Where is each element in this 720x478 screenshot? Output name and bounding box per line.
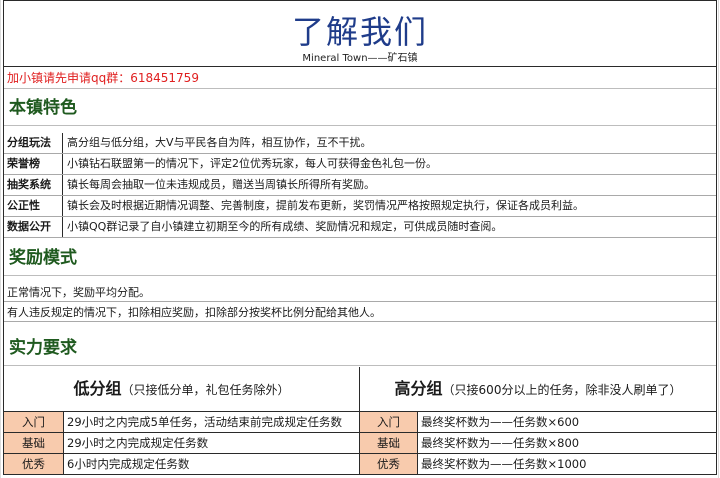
feature-value: 镇长每周会抽取一位未违规成员，赠送当周镇长所得所有奖励。 [67, 178, 375, 191]
level-value: 29小时之内完成5单任务，活动结束前完成规定任务数 [64, 412, 359, 432]
level-key: 入门 [4, 412, 64, 432]
level-value: 最终奖杯数为——任务数×800 [418, 433, 716, 453]
level-value: 29小时之内完成规定任务数 [64, 433, 359, 453]
high-group-note: （只接600分以上的任务，除非没人刷单了） [442, 383, 682, 397]
feature-row: 荣誉榜 小镇钻石联盟第一的情况下，评定2位优秀玩家，每人可获得金色礼包一份。 [4, 154, 716, 175]
feature-row: 数据公开 小镇QQ群记录了自小镇建立初期至今的所有成绩、奖励情况和规定，可供成员… [4, 217, 716, 238]
feature-key: 分组玩法 [4, 133, 63, 153]
reward-rule: 有人违反规定的情况下，扣除相应奖励，扣除部分按奖杯比例分配给其他人。 [4, 303, 716, 322]
spreadsheet: 了解我们 Mineral Town——矿石镇 加小镇请先申请qq群：618451… [0, 0, 720, 478]
level-key: 基础 [360, 433, 418, 453]
section-features-heading: 本镇特色 [4, 90, 716, 126]
page-title: 了解我们 [291, 13, 428, 51]
section-requirements-heading: 实力要求 [4, 330, 716, 366]
feature-value: 小镇钻石联盟第一的情况下，评定2位优秀玩家，每人可获得金色礼包一份。 [67, 157, 437, 170]
feature-value: 高分组与低分组，大V与平民各自为阵，相互协作，互不干扰。 [67, 136, 372, 149]
low-group-header: 低分组（只接低分单，礼包任务除外） [4, 367, 359, 412]
join-notice: 加小镇请先申请qq群：618451759 [4, 67, 716, 89]
feature-value: 镇长会及时根据近期情况调整、完善制度，提前发布更新，奖罚情况严格按照规定执行，保… [67, 199, 584, 212]
header: 了解我们 Mineral Town——矿石镇 [4, 1, 716, 67]
level-value: 最终奖杯数为——任务数×1000 [418, 454, 716, 474]
reward-rule: 正常情况下，奖励平均分配。 [4, 283, 716, 302]
high-group-name: 高分组 [394, 379, 443, 398]
low-level-row: 入门 29小时之内完成5单任务，活动结束前完成规定任务数 [4, 412, 359, 433]
grid-line [718, 0, 719, 478]
feature-key: 荣誉榜 [4, 154, 63, 174]
level-value: 6小时内完成规定任务数 [64, 454, 359, 474]
level-key: 优秀 [360, 454, 418, 474]
feature-row: 公正性 镇长会及时根据近期情况调整、完善制度，提前发布更新，奖罚情况严格按照规定… [4, 196, 716, 217]
feature-row: 抽奖系统 镇长每周会抽取一位未违规成员，赠送当周镇长所得所有奖励。 [4, 175, 716, 196]
low-group-name: 低分组 [73, 379, 122, 398]
feature-value: 小镇QQ群记录了自小镇建立初期至今的所有成绩、奖励情况和规定，可供成员随时查阅。 [67, 220, 503, 233]
section-rewards-heading: 奖励模式 [4, 240, 716, 276]
high-level-row: 入门 最终奖杯数为——任务数×600 [360, 412, 716, 433]
high-level-row: 优秀 最终奖杯数为——任务数×1000 [360, 454, 716, 475]
level-key: 优秀 [4, 454, 64, 474]
feature-row: 分组玩法 高分组与低分组，大V与平民各自为阵，相互协作，互不干扰。 [4, 133, 716, 154]
grid-line [0, 0, 1, 478]
feature-key: 数据公开 [4, 217, 63, 237]
low-level-row: 基础 29小时之内完成规定任务数 [4, 433, 359, 454]
low-group-note: （只接低分单，礼包任务除外） [121, 383, 290, 397]
group-divider [359, 367, 360, 475]
feature-key: 公正性 [4, 196, 63, 216]
high-group-header: 高分组（只接600分以上的任务，除非没人刷单了） [360, 367, 716, 412]
level-value: 最终奖杯数为——任务数×600 [418, 412, 716, 432]
page-subtitle: Mineral Town——矿石镇 [302, 53, 418, 64]
low-level-row: 优秀 6小时内完成规定任务数 [4, 454, 359, 475]
high-level-row: 基础 最终奖杯数为——任务数×800 [360, 433, 716, 454]
level-key: 基础 [4, 433, 64, 453]
level-key: 入门 [360, 412, 418, 432]
feature-key: 抽奖系统 [4, 175, 63, 195]
